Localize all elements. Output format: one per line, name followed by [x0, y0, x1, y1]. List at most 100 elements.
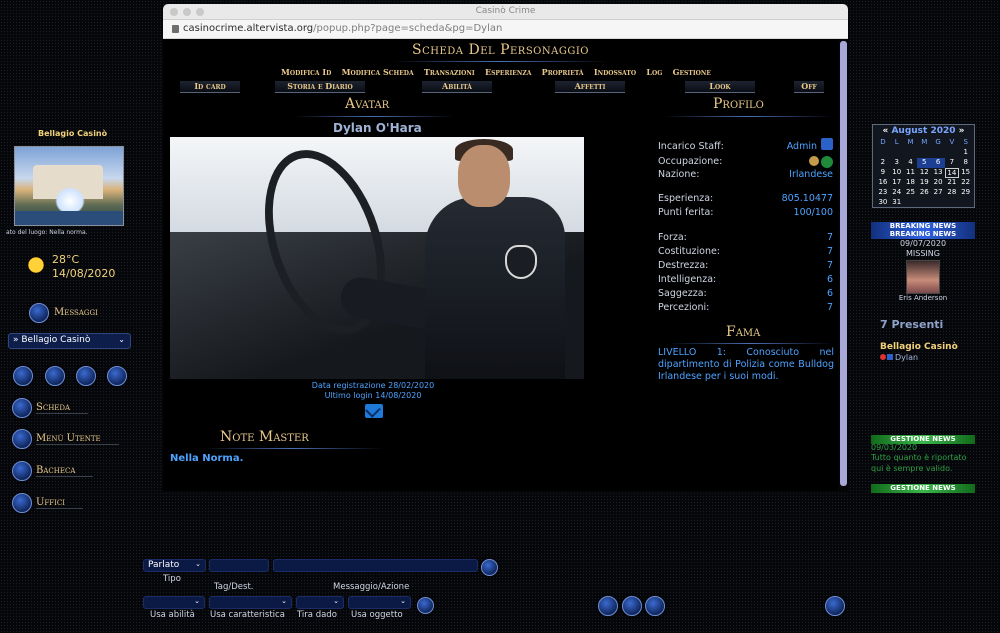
scrollbar-thumb[interactable]	[840, 41, 847, 486]
stat-nazione: Nazione: Irlandese	[658, 169, 833, 181]
action-button[interactable]	[417, 597, 434, 614]
calendar-day[interactable]: 24	[890, 188, 904, 198]
chevron-down-icon: ⌄	[194, 597, 200, 605]
calendar-day[interactable]: 15	[959, 168, 973, 178]
breaking-news-bar-2[interactable]: BREAKING NEWS	[871, 230, 975, 239]
scrollbar[interactable]	[838, 39, 848, 491]
menu-modifica-id[interactable]: Modifica Id	[281, 67, 331, 77]
attribute-select[interactable]: ⌄	[209, 596, 292, 609]
calendar-day[interactable]: 28	[945, 188, 959, 198]
character-sheet: Scheda Del Personaggio Modifica Id Modif…	[163, 39, 848, 491]
stat-value: 6	[826, 288, 833, 299]
power-icon[interactable]	[107, 366, 127, 386]
calendar-day[interactable]: 26	[917, 188, 931, 198]
menu-indossato[interactable]: Indossato	[594, 67, 636, 77]
nav-bacheca[interactable]: Bacheca	[12, 461, 142, 483]
map-icon[interactable]	[76, 366, 96, 386]
message-type-select[interactable]: Parlato ⌄	[143, 559, 206, 572]
send-message-icon[interactable]	[365, 404, 383, 418]
save-icon[interactable]	[825, 596, 845, 616]
office-icon	[12, 493, 32, 513]
calendar-day[interactable]: 22	[959, 178, 973, 188]
calendar-day[interactable]: 21	[945, 178, 959, 188]
calendar-day[interactable]: 29	[959, 188, 973, 198]
calendar-empty-cell	[876, 148, 890, 158]
tab-off[interactable]: Off	[794, 81, 824, 93]
send-button[interactable]	[481, 559, 498, 576]
info-icon[interactable]	[622, 596, 642, 616]
list-icon[interactable]	[598, 596, 618, 616]
location-select[interactable]: » Bellagio Casinò ⌄	[8, 333, 131, 349]
home-icon[interactable]	[45, 366, 65, 386]
calendar-day-header: L	[894, 138, 899, 146]
calendar-day[interactable]: 13	[931, 168, 945, 178]
music-icon[interactable]	[645, 596, 665, 616]
stat-destrezza: Destrezza: 7	[658, 260, 833, 272]
registration-date: Data registrazione 28/02/2020	[311, 381, 435, 390]
menu-transazioni[interactable]: Transazioni	[424, 67, 475, 77]
presence-user[interactable]: Dylan	[880, 353, 918, 362]
tab-abilita[interactable]: Abilità	[422, 81, 492, 93]
nav-scheda[interactable]: Scheda	[12, 398, 142, 420]
board-icon	[12, 461, 32, 481]
nav-menu-utente[interactable]: Menù Utente	[12, 429, 142, 451]
calendar-day[interactable]: 23	[876, 188, 890, 198]
calendar-day[interactable]: 17	[890, 178, 904, 188]
stat-label: Incarico Staff:	[658, 141, 724, 152]
calendar-day[interactable]: 4	[904, 158, 918, 168]
calendar-next-button[interactable]: »	[959, 126, 965, 136]
calendar-day[interactable]: 16	[876, 178, 890, 188]
gestione-news-bar-2[interactable]: GESTIONE NEWS	[871, 484, 975, 493]
address-bar[interactable]: casinocrime.altervista.org/popup.php?pag…	[163, 20, 848, 39]
calendar-day[interactable]: 6	[931, 158, 945, 168]
item-select[interactable]: ⌄	[348, 596, 411, 609]
calendar-day[interactable]: 9	[876, 168, 890, 178]
calendar-day-header: V	[949, 138, 955, 146]
stat-percezioni: Percezioni: 7	[658, 302, 833, 314]
menu-gestione[interactable]: Gestione	[673, 67, 711, 77]
stat-value: 7	[826, 302, 833, 313]
calendar-day[interactable]: 25	[904, 188, 918, 198]
calendar-day[interactable]: 7	[945, 158, 959, 168]
calendar-day[interactable]: 8	[959, 158, 973, 168]
tag-input[interactable]	[209, 559, 269, 572]
location-title: Bellagio Casinò	[38, 129, 108, 138]
calendar-day[interactable]: 19	[917, 178, 931, 188]
menu-proprieta[interactable]: Proprietà	[542, 67, 584, 77]
calendar-day[interactable]: 5	[917, 158, 932, 168]
menu-log[interactable]: Log	[646, 67, 662, 77]
calendar-day[interactable]: 27	[931, 188, 945, 198]
stat-saggezza: Saggezza: 6	[658, 288, 833, 300]
calendar-day[interactable]: 3	[890, 158, 904, 168]
presence-count[interactable]: 7 Presenti	[880, 318, 943, 331]
menu-esperienza[interactable]: Esperienza	[485, 67, 531, 77]
calendar-day[interactable]: 1	[959, 148, 973, 158]
messages-button[interactable]: Messaggi	[12, 303, 142, 325]
calendar-day[interactable]: 20	[931, 178, 945, 188]
back-arrow-icon[interactable]	[13, 366, 33, 386]
calendar-day[interactable]: 11	[904, 168, 918, 178]
calendar-day[interactable]: 2	[876, 158, 890, 168]
message-label: Messaggio/Azione	[333, 582, 410, 592]
dice-select[interactable]: ⌄	[296, 596, 344, 609]
nav-uffici[interactable]: Uffici	[12, 493, 142, 515]
menu-modifica-scheda[interactable]: Modifica Scheda	[342, 67, 414, 77]
calendar-day[interactable]: 18	[904, 178, 918, 188]
tab-storia-diario[interactable]: Storia e Diario	[275, 81, 365, 93]
presence-location[interactable]: Bellagio Casinò	[880, 342, 958, 352]
tab-affetti[interactable]: Affetti	[555, 81, 625, 93]
character-name: Dylan O'Hara	[333, 121, 422, 135]
calendar-day[interactable]: 10	[890, 168, 904, 178]
calendar-day[interactable]: 14	[944, 168, 959, 178]
calendar-day[interactable]: 12	[917, 168, 931, 178]
calendar-day[interactable]: 31	[890, 198, 904, 208]
message-input[interactable]	[273, 559, 478, 572]
tab-look[interactable]: Look	[685, 81, 755, 93]
calendar-day[interactable]: 30	[876, 198, 890, 208]
news-photo[interactable]	[906, 260, 940, 294]
stat-value: Irlandese	[789, 169, 833, 180]
tab-id-card[interactable]: Id card	[180, 81, 240, 93]
skill-select[interactable]: ⌄	[143, 596, 205, 609]
stat-label: Forza:	[658, 232, 687, 243]
calendar-prev-button[interactable]: «	[882, 126, 888, 136]
